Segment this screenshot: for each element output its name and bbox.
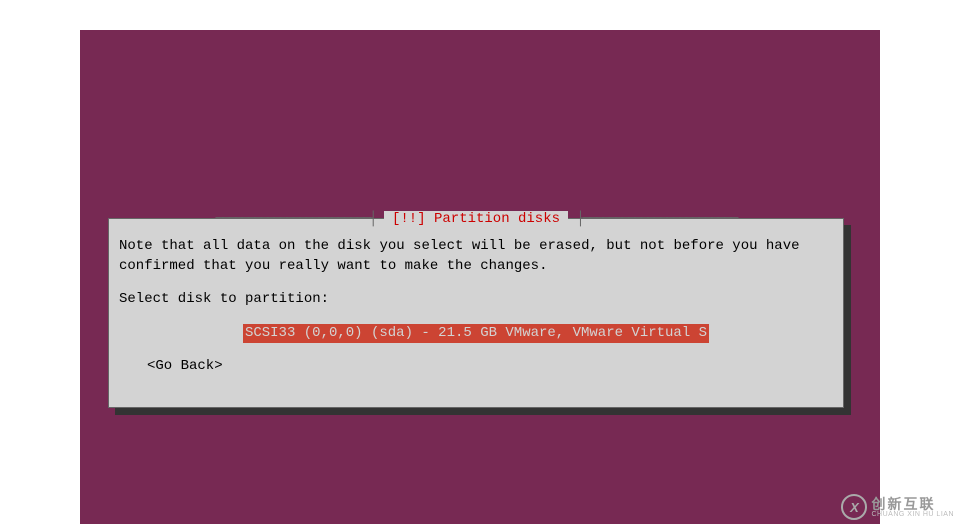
go-back-button[interactable]: <Go Back> <box>147 357 833 377</box>
title-border-left: ────────────────────────┤ <box>216 211 376 227</box>
partition-dialog: ────────────────────────┤ [!!] Partition… <box>108 218 844 408</box>
watermark-logo-icon: X <box>841 494 867 520</box>
watermark: X 创新互联 CHUANG XIN HU LIAN <box>841 494 954 520</box>
title-border-right: ├──────────────────────── <box>576 211 736 227</box>
dialog-title: [!!] Partition disks <box>384 211 568 227</box>
watermark-en-text: CHUANG XIN HU LIAN <box>871 511 954 518</box>
watermark-cn-text: 创新互联 <box>871 497 954 511</box>
select-prompt: Select disk to partition: <box>119 290 833 310</box>
dialog-title-row: ────────────────────────┤ [!!] Partition… <box>109 211 843 227</box>
disk-option-selected[interactable]: SCSI33 (0,0,0) (sda) - 21.5 GB VMware, V… <box>243 324 709 344</box>
note-text: Note that all data on the disk you selec… <box>119 237 833 276</box>
watermark-text: 创新互联 CHUANG XIN HU LIAN <box>871 497 954 518</box>
disk-option-row: SCSI33 (0,0,0) (sda) - 21.5 GB VMware, V… <box>119 324 833 344</box>
dialog-content: Note that all data on the disk you selec… <box>109 219 843 389</box>
